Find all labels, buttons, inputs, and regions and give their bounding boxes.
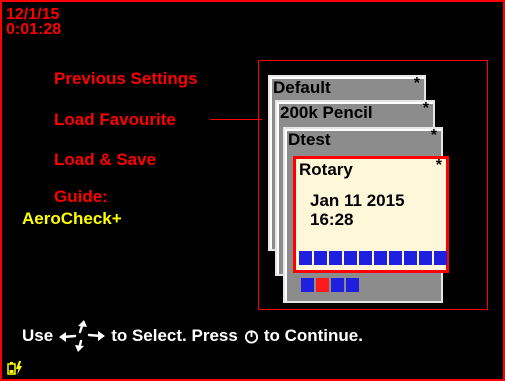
progress-cell [389, 251, 402, 265]
menu-item-load-and-save[interactable]: Load & Save [54, 151, 156, 169]
progress-cell [314, 251, 327, 265]
progress-cell [344, 251, 357, 265]
favourites-panel: Default * 200k Pencil * Dtest * Rotary *… [258, 60, 488, 310]
status-time: 0:01:28 [6, 21, 62, 38]
selection-connector-line [210, 119, 262, 120]
profile-name: Dtest [288, 130, 331, 149]
progress-cell [299, 251, 312, 265]
progress-cell [359, 251, 372, 265]
lightning-icon [16, 361, 22, 375]
guide-value: AeroCheck+ [22, 209, 122, 228]
profile-progress [299, 251, 447, 265]
device-screen: 12/1/15 0:01:28 Previous Settings Load F… [0, 0, 505, 381]
progress-cell [419, 251, 432, 265]
profile-name: Rotary [299, 160, 353, 179]
profile-date: Jan 11 2015 [310, 191, 405, 210]
progress-cell [374, 251, 387, 265]
battery-icon [7, 361, 22, 375]
help-line: Use to Select. Press to Continue. [22, 320, 363, 352]
favourite-star: * [413, 75, 420, 92]
progress-cell [316, 278, 329, 292]
profile-name: 200k Pencil [280, 103, 373, 122]
progress-cell [404, 251, 417, 265]
profile-name: Default [273, 78, 331, 97]
profile-time: 16:28 [310, 210, 354, 229]
menu-item-load-favourite[interactable]: Load Favourite [54, 111, 176, 129]
progress-cell [346, 278, 359, 292]
four-way-arrow-icon [59, 320, 106, 352]
menu-item-previous-settings[interactable]: Previous Settings [54, 70, 198, 88]
progress-cell [434, 251, 447, 265]
progress-cell [329, 251, 342, 265]
progress-cell [331, 278, 344, 292]
profile-progress [301, 278, 359, 292]
power-icon [244, 329, 258, 344]
favourite-star: * [422, 100, 429, 117]
favourite-star: * [430, 127, 437, 144]
help-middle: to Select. Press [111, 326, 238, 345]
profile-card-rotary[interactable]: Rotary * Jan 11 2015 16:28 [293, 156, 449, 273]
help-prefix: Use [22, 326, 54, 345]
favourite-star: * [435, 157, 442, 174]
menu-item-guide[interactable]: Guide: [54, 188, 108, 206]
help-suffix: to Continue. [263, 326, 363, 345]
progress-cell [301, 278, 314, 292]
